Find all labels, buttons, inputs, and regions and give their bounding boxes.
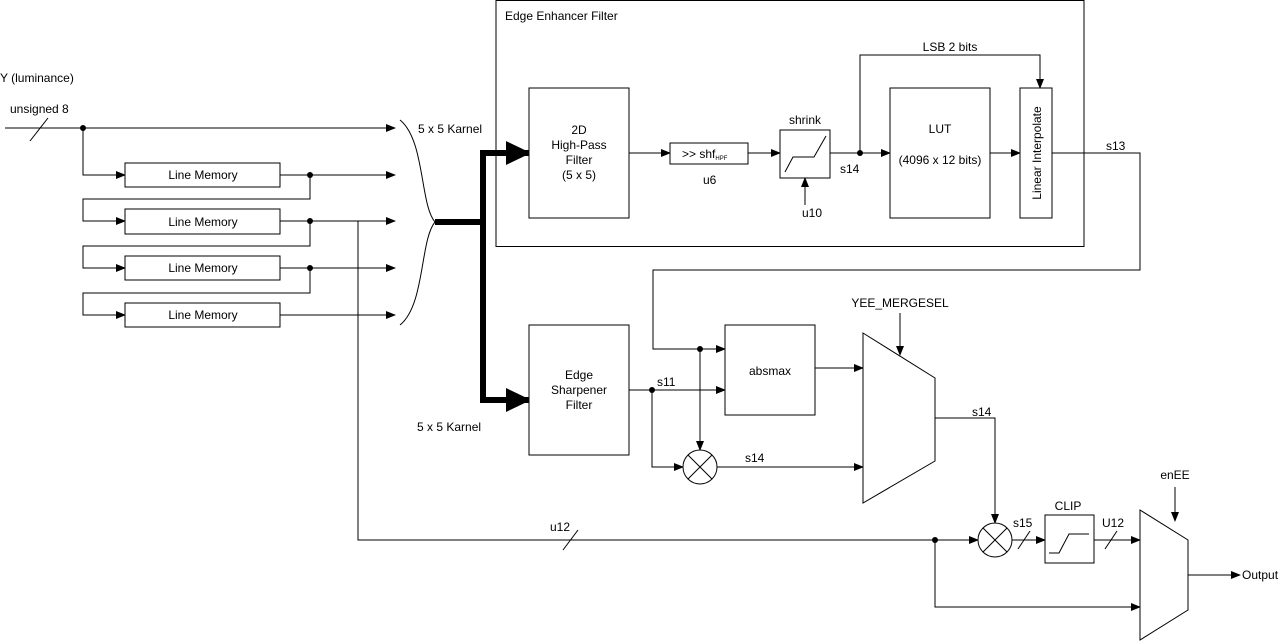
shrink-out-label: s14 — [840, 162, 860, 176]
svg-text:Filter: Filter — [566, 153, 593, 167]
kernel-brace — [399, 119, 436, 326]
merge-select-label: YEE_MERGESEL — [851, 296, 949, 310]
shrink-label: shrink — [789, 113, 822, 127]
bypass-to-mux-wire — [934, 540, 1141, 611]
wire — [651, 390, 684, 471]
kernel-bus — [435, 141, 531, 412]
shrink-block — [779, 129, 831, 179]
line-memory-1: Line Memory — [124, 162, 281, 188]
line-memory-4: Line Memory — [124, 302, 281, 328]
high-pass-filter-block: 2D High-Pass Filter (5 x 5) — [528, 87, 630, 219]
svg-text:Line Memory: Line Memory — [168, 215, 237, 229]
wire — [935, 417, 999, 524]
enhancer-out-label: s13 — [1106, 139, 1126, 153]
svg-text:High-Pass: High-Pass — [551, 138, 606, 152]
svg-text:2D: 2D — [571, 123, 587, 137]
shift-width-label: u6 — [703, 173, 717, 187]
sharpener-out-label: s11 — [657, 375, 676, 389]
clip-label: CLIP — [1055, 499, 1082, 513]
svg-text:absmax: absmax — [749, 364, 791, 378]
multiplier-out-label: s14 — [745, 451, 765, 465]
shift-block: >> shfHPF — [669, 142, 749, 165]
multiplier-1 — [682, 449, 718, 485]
bus-slash — [29, 117, 49, 142]
lut-block: LUT (4096 x 12 bits) — [889, 87, 991, 219]
linear-interpolate-block: Linear Interpolate — [1019, 87, 1053, 219]
input-type-label: unsigned 8 — [10, 102, 69, 116]
svg-text:Sharpener: Sharpener — [551, 383, 607, 397]
shrink-param-label: u10 — [802, 206, 822, 220]
svg-text:(5 x 5): (5 x 5) — [562, 168, 596, 182]
enable-label: enEE — [1160, 468, 1189, 482]
svg-text:Line Memory: Line Memory — [168, 261, 237, 275]
bypass-label: u12 — [550, 520, 570, 534]
svg-text:Filter: Filter — [566, 398, 593, 412]
clip-out-label: U12 — [1102, 516, 1124, 530]
output-label: Output — [1242, 568, 1279, 582]
multiplier-2-out-label: s15 — [1013, 516, 1033, 530]
multiplier-2 — [977, 522, 1013, 558]
merge-out-label: s14 — [972, 405, 992, 419]
output-mux — [1139, 509, 1189, 641]
svg-text:(4096 x 12 bits): (4096 x 12 bits) — [899, 153, 982, 167]
svg-text:Line Memory: Line Memory — [168, 308, 237, 322]
svg-text:LUT: LUT — [929, 122, 952, 136]
line-memory-3: Line Memory — [124, 255, 281, 281]
edge-sharpener-block: Edge Sharpener Filter — [528, 324, 630, 456]
edge-enhancer-title: Edge Enhancer Filter — [505, 9, 618, 23]
line-memory-2: Line Memory — [124, 208, 281, 235]
input-title: Y (luminance) — [0, 71, 74, 85]
kernel-label-bottom: 5 x 5 Karnel — [417, 420, 481, 434]
svg-text:Linear Interpolate: Linear Interpolate — [1030, 106, 1044, 200]
kernel-label-top: 5 x 5 Karnel — [418, 122, 482, 136]
lsb-label: LSB 2 bits — [923, 40, 978, 54]
absmax-block: absmax — [724, 324, 816, 416]
svg-text:Line Memory: Line Memory — [168, 168, 237, 182]
svg-text:Edge: Edge — [565, 368, 593, 382]
edge-enhancer-block-diagram: Y (luminance) unsigned 8 Line Memory Lin… — [0, 0, 1279, 641]
clip-block — [1044, 514, 1095, 564]
merge-mux — [862, 332, 936, 504]
